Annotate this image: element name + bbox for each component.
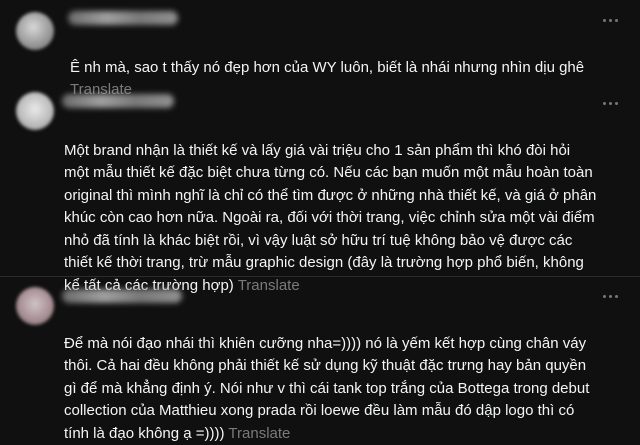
username-blurred[interactable] — [62, 289, 182, 303]
comment-body: Một brand nhận là thiết kế và lấy giá và… — [64, 141, 597, 294]
translate-link[interactable]: Translate — [225, 425, 290, 442]
translate-label[interactable]: Translate — [228, 425, 290, 442]
comment-1: Ê nh mà, sao t thấy nó đẹp hơn của WY lu… — [0, 0, 640, 98]
comment-text: Một brand nhận là thiết kế và lấy giá và… — [64, 117, 634, 297]
username-blurred[interactable] — [62, 94, 174, 108]
more-options-icon[interactable] — [603, 295, 618, 298]
comment-3: Để mà nói đạo nhái thì khiên cưỡng nha=)… — [0, 277, 640, 442]
avatar[interactable] — [16, 92, 54, 130]
username-blurred[interactable] — [68, 11, 178, 25]
comment-body: Ê nh mà, sao t thấy nó đẹp hơn của WY lu… — [70, 58, 585, 76]
comment-body: Để mà nói đạo nhái thì khiên cưỡng nha=)… — [64, 334, 590, 442]
comment-text: Ê nh mà, sao t thấy nó đẹp hơn của WY lu… — [70, 34, 630, 79]
comment-text: Để mà nói đạo nhái thì khiên cưỡng nha=)… — [64, 310, 634, 445]
more-options-icon[interactable] — [603, 19, 618, 22]
more-options-icon[interactable] — [603, 102, 618, 105]
avatar[interactable] — [16, 12, 54, 50]
avatar[interactable] — [16, 287, 54, 325]
comment-2: Một brand nhận là thiết kế và lấy giá và… — [0, 86, 640, 294]
